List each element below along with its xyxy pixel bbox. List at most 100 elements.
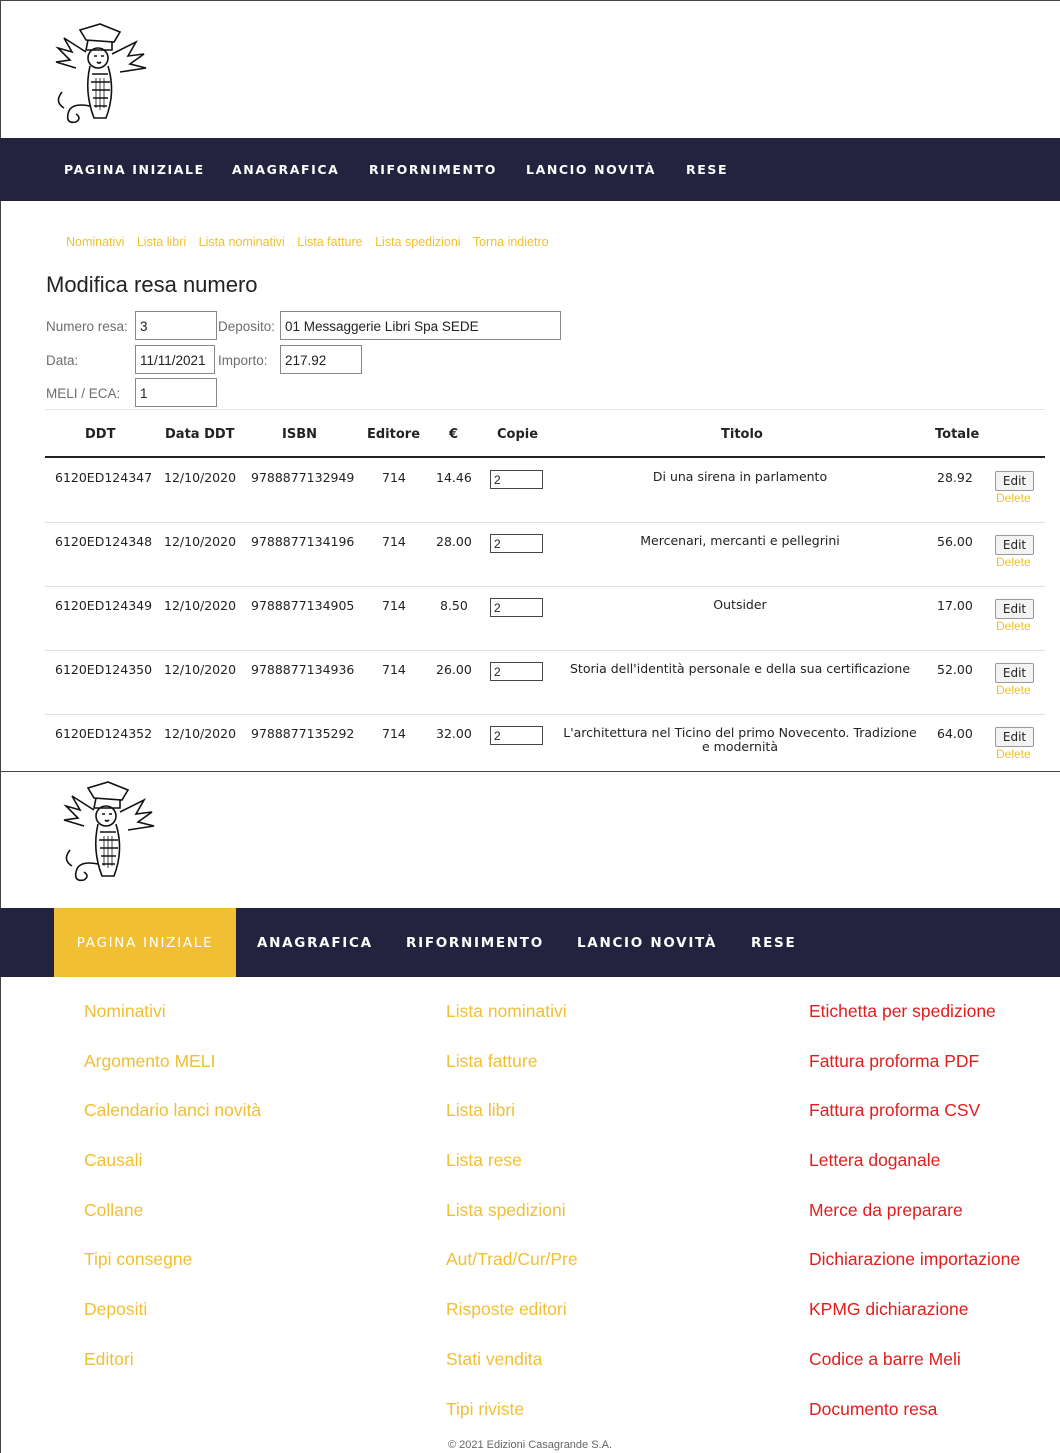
cell-ddt: 6120ED124347 [55,470,153,485]
col-ddt-header: DDT [85,427,116,442]
edit-button[interactable]: Edit [995,663,1034,683]
menu-link-risposte-editori[interactable]: Risposte editori [446,1299,578,1349]
cell-titolo: Storia dell'identità personale e della s… [569,661,911,676]
table-row: 6120ED124350 12/10/2020 9788877134936 71… [45,650,1045,715]
edit-button[interactable]: Edit [995,535,1034,555]
menu-link-lista-fatture[interactable]: Lista fatture [446,1051,578,1101]
edit-button[interactable]: Edit [995,727,1034,747]
link-lista-spedizioni[interactable]: Lista spedizioni [375,235,460,249]
menu-link-lettera-doganale[interactable]: Lettera doganale [809,1150,1020,1200]
menu-link-merce-da-preparare[interactable]: Merce da preparare [809,1200,1020,1250]
main-navbar: PAGINA INIZIALE ANAGRAFICA RIFORNIMENTO … [0,138,1060,201]
nav-rifornimento[interactable]: RIFORNIMENTO [406,908,544,977]
menu-link-depositi[interactable]: Depositi [84,1299,261,1349]
menu-link-lista-rese[interactable]: Lista rese [446,1150,578,1200]
nav-rese[interactable]: RESE [751,908,796,977]
menu-link-aut-trad-cur-pre[interactable]: Aut/Trad/Cur/Pre [446,1249,578,1299]
page-title: Modifica resa numero [46,272,258,297]
menu-link-lista-libri[interactable]: Lista libri [446,1100,578,1150]
cell-isbn: 9788877134196 [251,534,355,549]
meli-eca-input[interactable]: 1 [135,378,217,407]
link-lista-nominativi[interactable]: Lista nominativi [199,235,285,249]
copie-input[interactable]: 2 [490,726,543,745]
edit-button[interactable]: Edit [995,471,1034,491]
cell-isbn: 9788877134936 [251,662,355,677]
menu-link-fattura-proforma-pdf[interactable]: Fattura proforma PDF [809,1051,1020,1101]
copie-input[interactable]: 2 [490,598,543,617]
nav-anagrafica[interactable]: ANAGRAFICA [232,138,339,201]
delete-link[interactable]: Delete [996,491,1031,505]
cell-editore: 714 [382,534,406,549]
menu-link-editori[interactable]: Editori [84,1349,261,1399]
copie-input[interactable]: 2 [490,534,543,553]
cell-ddt: 6120ED124352 [55,726,153,741]
importo-input[interactable]: 217.92 [280,345,362,374]
cell-isbn: 9788877132949 [251,470,355,485]
link-lista-libri[interactable]: Lista libri [137,235,186,249]
home-menu-column-anagrafiche: Nominativi Argomento MELI Calendario lan… [84,1001,261,1399]
cell-data-ddt: 12/10/2020 [164,470,237,485]
table-top-rule [45,409,1045,410]
cell-isbn: 9788877134905 [251,598,355,613]
cell-data-ddt: 12/10/2020 [164,726,237,741]
deposito-input[interactable]: 01 Messaggerie Libri Spa SEDE [280,311,561,340]
menu-link-codice-a-barre-meli[interactable]: Codice a barre Meli [809,1349,1020,1399]
link-torna-indietro[interactable]: Torna indietro [473,235,549,249]
data-input[interactable]: 11/11/2021 [135,345,215,374]
menu-link-causali[interactable]: Causali [84,1150,261,1200]
menu-link-stati-vendita[interactable]: Stati vendita [446,1349,578,1399]
table-row: 6120ED124348 12/10/2020 9788877134196 71… [45,522,1045,587]
data-label: Data: [46,353,79,368]
home-menu-column-liste: Lista nominativi Lista fatture Lista lib… [446,1001,578,1448]
menu-link-lista-spedizioni[interactable]: Lista spedizioni [446,1200,578,1250]
cell-prezzo: 8.50 [440,598,468,613]
bird-logo[interactable] [58,780,158,885]
menu-link-calendario-lanci[interactable]: Calendario lanci novità [84,1100,261,1150]
nav-pagina-iniziale[interactable]: PAGINA INIZIALE [64,138,205,201]
menu-link-argomento-meli[interactable]: Argomento MELI [84,1051,261,1101]
delete-link[interactable]: Delete [996,619,1031,633]
delete-link[interactable]: Delete [996,683,1031,697]
table-row: 6120ED124352 12/10/2020 9788877135292 71… [45,714,1045,778]
numero-resa-input[interactable]: 3 [135,311,217,340]
nav-anagrafica[interactable]: ANAGRAFICA [257,908,373,977]
cell-prezzo: 26.00 [436,662,472,677]
cell-isbn: 9788877135292 [251,726,355,741]
menu-link-nominativi[interactable]: Nominativi [84,1001,261,1051]
cell-totale: 56.00 [937,534,973,549]
nav-lancio-novita[interactable]: LANCIO NOVITÀ [526,138,656,201]
nav-lancio-novita[interactable]: LANCIO NOVITÀ [577,908,717,977]
menu-link-fattura-proforma-csv[interactable]: Fattura proforma CSV [809,1100,1020,1150]
link-lista-fatture[interactable]: Lista fatture [297,235,362,249]
edit-button[interactable]: Edit [995,599,1034,619]
col-titolo-header: Titolo [721,427,763,442]
nav-rifornimento[interactable]: RIFORNIMENTO [369,138,497,201]
menu-link-etichetta-spedizione[interactable]: Etichetta per spedizione [809,1001,1020,1051]
cell-data-ddt: 12/10/2020 [164,534,237,549]
table-row: 6120ED124347 12/10/2020 9788877132949 71… [45,458,1045,523]
col-data-ddt-header: Data DDT [165,427,235,442]
home-menu-column-documenti: Etichetta per spedizione Fattura proform… [809,1001,1020,1448]
bird-logo[interactable] [50,22,150,127]
nav-pagina-iniziale[interactable]: PAGINA INIZIALE [54,908,236,977]
link-nominativi[interactable]: Nominativi [66,235,124,249]
cell-ddt: 6120ED124348 [55,534,153,549]
menu-link-dichiarazione-importazione[interactable]: Dichiarazione importazione [809,1249,1020,1299]
col-isbn-header: ISBN [282,427,317,442]
main-navbar: PAGINA INIZIALE ANAGRAFICA RIFORNIMENTO … [0,908,1060,977]
cell-ddt: 6120ED124350 [55,662,153,677]
cell-editore: 714 [382,470,406,485]
delete-link[interactable]: Delete [996,555,1031,569]
cell-prezzo: 14.46 [436,470,472,485]
delete-link[interactable]: Delete [996,747,1031,761]
importo-label: Importo: [218,353,268,368]
menu-link-tipi-consegne[interactable]: Tipi consegne [84,1249,261,1299]
copie-input[interactable]: 2 [490,470,543,489]
menu-link-collane[interactable]: Collane [84,1200,261,1250]
menu-link-kpmg-dichiarazione[interactable]: KPMG dichiarazione [809,1299,1020,1349]
cell-ddt: 6120ED124349 [55,598,153,613]
copie-input[interactable]: 2 [490,662,543,681]
cell-editore: 714 [382,598,406,613]
nav-rese[interactable]: RESE [686,138,728,201]
menu-link-lista-nominativi[interactable]: Lista nominativi [446,1001,578,1051]
